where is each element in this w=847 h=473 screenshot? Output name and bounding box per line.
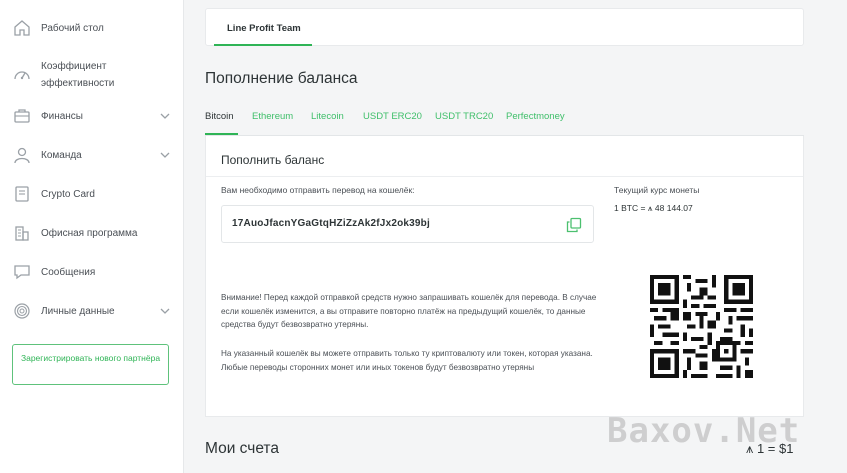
page-title: Пополнение баланса — [205, 70, 358, 87]
sidebar-item-messages[interactable]: Сообщения — [0, 262, 184, 282]
sidebar-item-label: Финансы — [41, 110, 83, 122]
accounts-title: Мои счета — [205, 440, 279, 457]
speedometer-icon — [12, 65, 32, 85]
sidebar-item-label: Офисная программа — [41, 227, 138, 239]
wallet-address-field[interactable]: 17AuoJfacnYGaGtqHZiZzAk2fJx2ok39bj — [221, 205, 594, 243]
chevron-down-icon[interactable] — [158, 109, 172, 123]
sidebar-item-label: Рабочий стол — [41, 22, 104, 34]
coin-tabs: Bitcoin Ethereum Litecoin USDT ERC20 USD… — [205, 108, 804, 136]
chevron-down-icon[interactable] — [158, 304, 172, 318]
tab-litecoin[interactable]: Litecoin — [311, 111, 344, 122]
card-title: Пополнить баланс — [221, 153, 325, 167]
office-building-icon — [12, 223, 32, 243]
chat-icon — [12, 262, 32, 282]
sidebar-item-label: Crypto Card — [41, 188, 95, 200]
tab-ethereum[interactable]: Ethereum — [252, 111, 293, 122]
active-tab-indicator — [205, 133, 238, 135]
home-icon — [12, 18, 32, 38]
divider — [206, 176, 803, 177]
tab-usdt-erc20[interactable]: USDT ERC20 — [363, 111, 422, 122]
wallet-address[interactable]: 17AuoJfacnYGaGtqHZiZzAk2fJx2ok39bj — [232, 218, 430, 229]
rate-value: 1 BTC = ⩚ 48 144.07 — [614, 203, 693, 213]
tab-line-profit-team[interactable]: Line Profit Team — [227, 23, 301, 34]
fingerprint-icon — [12, 301, 32, 321]
sidebar-item-personal-data[interactable]: Личные данные — [0, 301, 184, 321]
copy-icon[interactable] — [566, 217, 582, 233]
register-partner-button[interactable]: Зарегистрировать нового партнёра — [12, 344, 169, 385]
sidebar-item-dashboard[interactable]: Рабочий стол — [0, 18, 184, 38]
sidebar-item-efficiency[interactable]: Коэффициент эффективности — [0, 58, 184, 92]
tab-bitcoin[interactable]: Bitcoin — [205, 111, 234, 122]
sidebar-item-label: Команда — [41, 149, 82, 161]
team-header: Line Profit Team — [205, 8, 804, 46]
sidebar-item-label: Коэффициент эффективности — [41, 61, 115, 89]
tab-perfectmoney[interactable]: Perfectmoney — [506, 111, 565, 122]
deposit-card: Пополнить баланс Вам необходимо отправит… — [205, 136, 804, 417]
card-icon — [12, 184, 32, 204]
wallet-hint: Вам необходимо отправить перевод на коше… — [221, 185, 415, 195]
active-tab-indicator — [214, 44, 312, 46]
sidebar-item-office-program[interactable]: Офисная программа — [0, 223, 184, 243]
chevron-down-icon[interactable] — [158, 148, 172, 162]
sidebar-item-label: Личные данные — [41, 305, 115, 317]
sidebar-item-label: Сообщения — [41, 266, 96, 278]
sidebar-item-team[interactable]: Команда — [0, 145, 184, 165]
warning-text-tokens: На указанный кошелёк вы можете отправить… — [221, 349, 593, 372]
watermark-logo: Baxov.Net — [607, 411, 801, 451]
qr-code — [650, 275, 753, 378]
warning-text: Внимание! Перед каждой отправкой средств… — [221, 293, 597, 330]
sidebar-item-finance[interactable]: Финансы — [0, 106, 184, 126]
sidebar-item-crypto-card[interactable]: Crypto Card — [0, 184, 184, 204]
tab-usdt-trc20[interactable]: USDT TRC20 — [435, 111, 493, 122]
sidebar: Рабочий стол Коэффициент эффективности Ф… — [0, 0, 184, 473]
rate-label: Текущий курс монеты — [614, 185, 700, 195]
user-icon — [12, 145, 32, 165]
wallet-icon — [12, 106, 32, 126]
